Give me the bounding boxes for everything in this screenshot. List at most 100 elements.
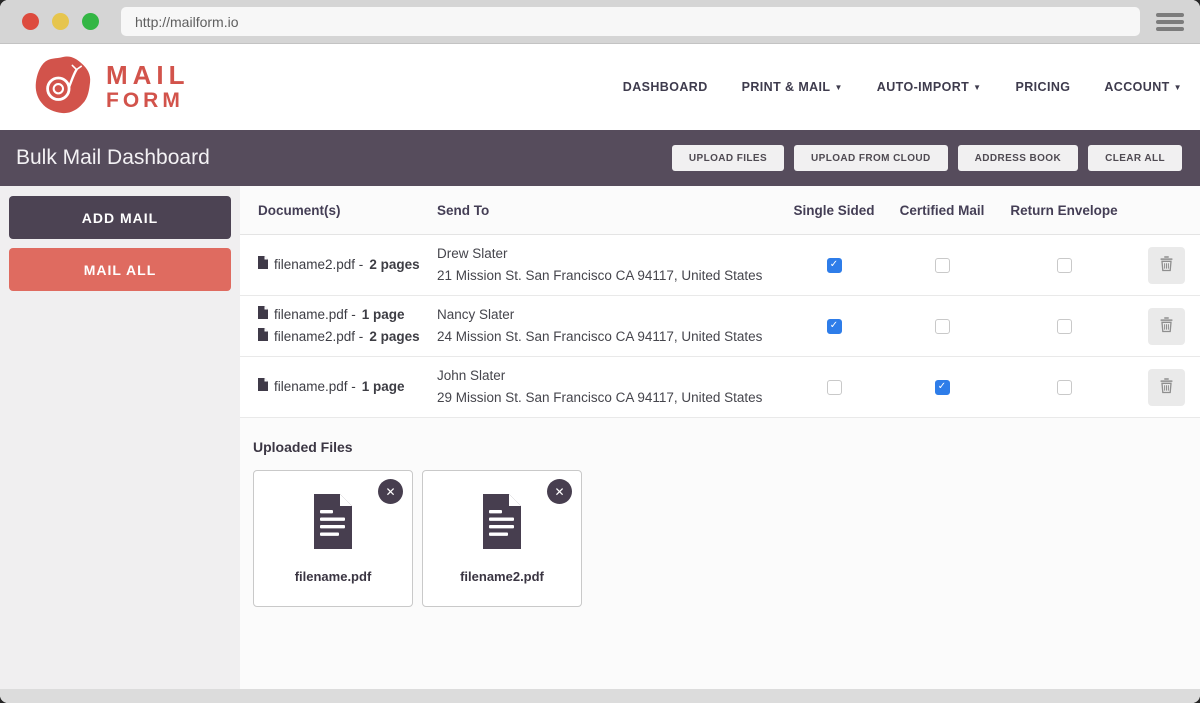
nav-item-print-mail[interactable]: PRINT & MAIL▼ xyxy=(742,80,843,94)
recipient-address: 29 Mission St. San Francisco CA 94117, U… xyxy=(437,387,780,409)
browser-menu-icon[interactable] xyxy=(1156,13,1184,31)
column-documents: Document(s) xyxy=(240,203,437,218)
trash-cell xyxy=(1132,247,1200,284)
document-page-count: 1 page xyxy=(362,304,405,326)
table-row: filename.pdf - 1 pagefilename2.pdf - 2 p… xyxy=(240,296,1200,357)
document-page-count: 1 page xyxy=(362,376,405,398)
send-to-cell: Drew Slater21 Mission St. San Francisco … xyxy=(437,243,780,286)
return-envelope-checkbox-cell xyxy=(996,380,1132,395)
single-sided-checkbox[interactable]: ✓ xyxy=(827,319,842,334)
address-book-button[interactable]: ADDRESS BOOK xyxy=(958,145,1078,171)
page-actions: UPLOAD FILES UPLOAD FROM CLOUD ADDRESS BOO… xyxy=(672,145,1182,171)
nav-item-account[interactable]: ACCOUNT▼ xyxy=(1104,80,1182,94)
main-layout: ADD MAIL MAIL ALL Document(s) Send To Si… xyxy=(0,186,1200,689)
documents-cell: filename2.pdf - 2 pages xyxy=(240,254,437,276)
table-header: Document(s) Send To Single Sided Certifi… xyxy=(240,186,1200,235)
chevron-down-icon: ▼ xyxy=(834,83,842,92)
certified-mail-checkbox[interactable]: ✓ xyxy=(935,380,950,395)
maximize-window-button[interactable] xyxy=(82,13,99,30)
document-icon xyxy=(310,494,356,554)
url-text: http://mailform.io xyxy=(135,14,238,30)
recipient-name: Nancy Slater xyxy=(437,304,780,326)
column-return-envelope: Return Envelope xyxy=(996,203,1132,218)
table-body: filename2.pdf - 2 pagesDrew Slater21 Mis… xyxy=(240,235,1200,418)
recipient-name: John Slater xyxy=(437,365,780,387)
window-footer xyxy=(0,689,1200,703)
recipient-address: 21 Mission St. San Francisco CA 94117, U… xyxy=(437,265,780,287)
send-to-cell: Nancy Slater24 Mission St. San Francisco… xyxy=(437,304,780,347)
clear-all-button[interactable]: CLEAR ALL xyxy=(1088,145,1182,171)
file-icon xyxy=(258,254,268,276)
nav-item-auto-import[interactable]: AUTO-IMPORT▼ xyxy=(877,80,982,94)
browser-window: http://mailform.io MAIL FORM DASHBOAR xyxy=(0,0,1200,703)
mail-all-button[interactable]: MAIL ALL xyxy=(9,248,231,291)
single-sided-checkbox[interactable] xyxy=(827,380,842,395)
table-row: filename.pdf - 1 pageJohn Slater29 Missi… xyxy=(240,357,1200,418)
browser-chrome: http://mailform.io xyxy=(0,0,1200,44)
file-icon xyxy=(258,326,268,348)
upload-from-cloud-button[interactable]: UPLOAD FROM CLOUD xyxy=(794,145,948,171)
table-row: filename2.pdf - 2 pagesDrew Slater21 Mis… xyxy=(240,235,1200,296)
column-single-sided: Single Sided xyxy=(780,203,888,218)
page-title: Bulk Mail Dashboard xyxy=(16,146,210,170)
document-page-count: 2 pages xyxy=(369,254,419,276)
document-icon xyxy=(479,494,525,554)
delete-row-button[interactable] xyxy=(1148,369,1185,406)
logo-wordmark: MAIL FORM xyxy=(106,62,190,111)
remove-file-button[interactable]: ✕ xyxy=(547,479,572,504)
document-name: filename.pdf - xyxy=(274,304,356,326)
certified-mail-checkbox-cell: ✓ xyxy=(888,380,996,395)
close-icon: ✕ xyxy=(385,486,395,498)
uploaded-files-section: Uploaded Files ✕filename.pdf✕filename2.p… xyxy=(240,418,1200,607)
single-sided-checkbox[interactable]: ✓ xyxy=(827,258,842,273)
mailform-logo[interactable]: MAIL FORM xyxy=(35,55,190,120)
trash-icon xyxy=(1159,316,1174,336)
content: Document(s) Send To Single Sided Certifi… xyxy=(240,186,1200,689)
uploaded-file-card: ✕filename.pdf xyxy=(253,470,413,607)
return-envelope-checkbox[interactable] xyxy=(1057,258,1072,273)
certified-mail-checkbox[interactable] xyxy=(935,258,950,273)
single-sided-checkbox-cell xyxy=(780,380,888,395)
chevron-down-icon: ▼ xyxy=(973,83,981,92)
recipient-address: 24 Mission St. San Francisco CA 94117, U… xyxy=(437,326,780,348)
trash-icon xyxy=(1159,255,1174,275)
trash-icon xyxy=(1159,377,1174,397)
nav-item-dashboard[interactable]: DASHBOARD xyxy=(623,80,708,94)
file-icon xyxy=(258,304,268,326)
minimize-window-button[interactable] xyxy=(52,13,69,30)
document-page-count: 2 pages xyxy=(369,326,419,348)
single-sided-checkbox-cell: ✓ xyxy=(780,258,888,273)
window-controls xyxy=(22,13,99,30)
uploaded-files-title: Uploaded Files xyxy=(253,439,1200,455)
uploaded-file-card: ✕filename2.pdf xyxy=(422,470,582,607)
close-icon: ✕ xyxy=(554,486,564,498)
nav-item-pricing[interactable]: PRICING xyxy=(1015,80,1070,94)
return-envelope-checkbox-cell xyxy=(996,319,1132,334)
document-entry: filename.pdf - 1 page xyxy=(258,304,437,326)
certified-mail-checkbox-cell xyxy=(888,319,996,334)
add-mail-button[interactable]: ADD MAIL xyxy=(9,196,231,239)
certified-mail-checkbox[interactable] xyxy=(935,319,950,334)
column-certified-mail: Certified Mail xyxy=(888,203,996,218)
remove-file-button[interactable]: ✕ xyxy=(378,479,403,504)
return-envelope-checkbox-cell xyxy=(996,258,1132,273)
delete-row-button[interactable] xyxy=(1148,308,1185,345)
uploaded-files-list: ✕filename.pdf✕filename2.pdf xyxy=(253,470,1200,607)
return-envelope-checkbox[interactable] xyxy=(1057,380,1072,395)
document-entry: filename2.pdf - 2 pages xyxy=(258,254,437,276)
page-bar: Bulk Mail Dashboard UPLOAD FILESUPLOAD F… xyxy=(0,130,1200,186)
document-name: filename2.pdf - xyxy=(274,254,363,276)
return-envelope-checkbox[interactable] xyxy=(1057,319,1072,334)
document-entry: filename.pdf - 1 page xyxy=(258,376,437,398)
delete-row-button[interactable] xyxy=(1148,247,1185,284)
documents-cell: filename.pdf - 1 page xyxy=(240,376,437,398)
document-entry: filename2.pdf - 2 pages xyxy=(258,326,437,348)
upload-files-button[interactable]: UPLOAD FILES xyxy=(672,145,784,171)
certified-mail-checkbox-cell xyxy=(888,258,996,273)
trash-cell xyxy=(1132,308,1200,345)
documents-cell: filename.pdf - 1 pagefilename2.pdf - 2 p… xyxy=(240,304,437,347)
address-bar[interactable]: http://mailform.io xyxy=(121,7,1140,36)
document-name: filename.pdf - xyxy=(274,376,356,398)
close-window-button[interactable] xyxy=(22,13,39,30)
sidebar: ADD MAIL MAIL ALL xyxy=(0,186,240,689)
